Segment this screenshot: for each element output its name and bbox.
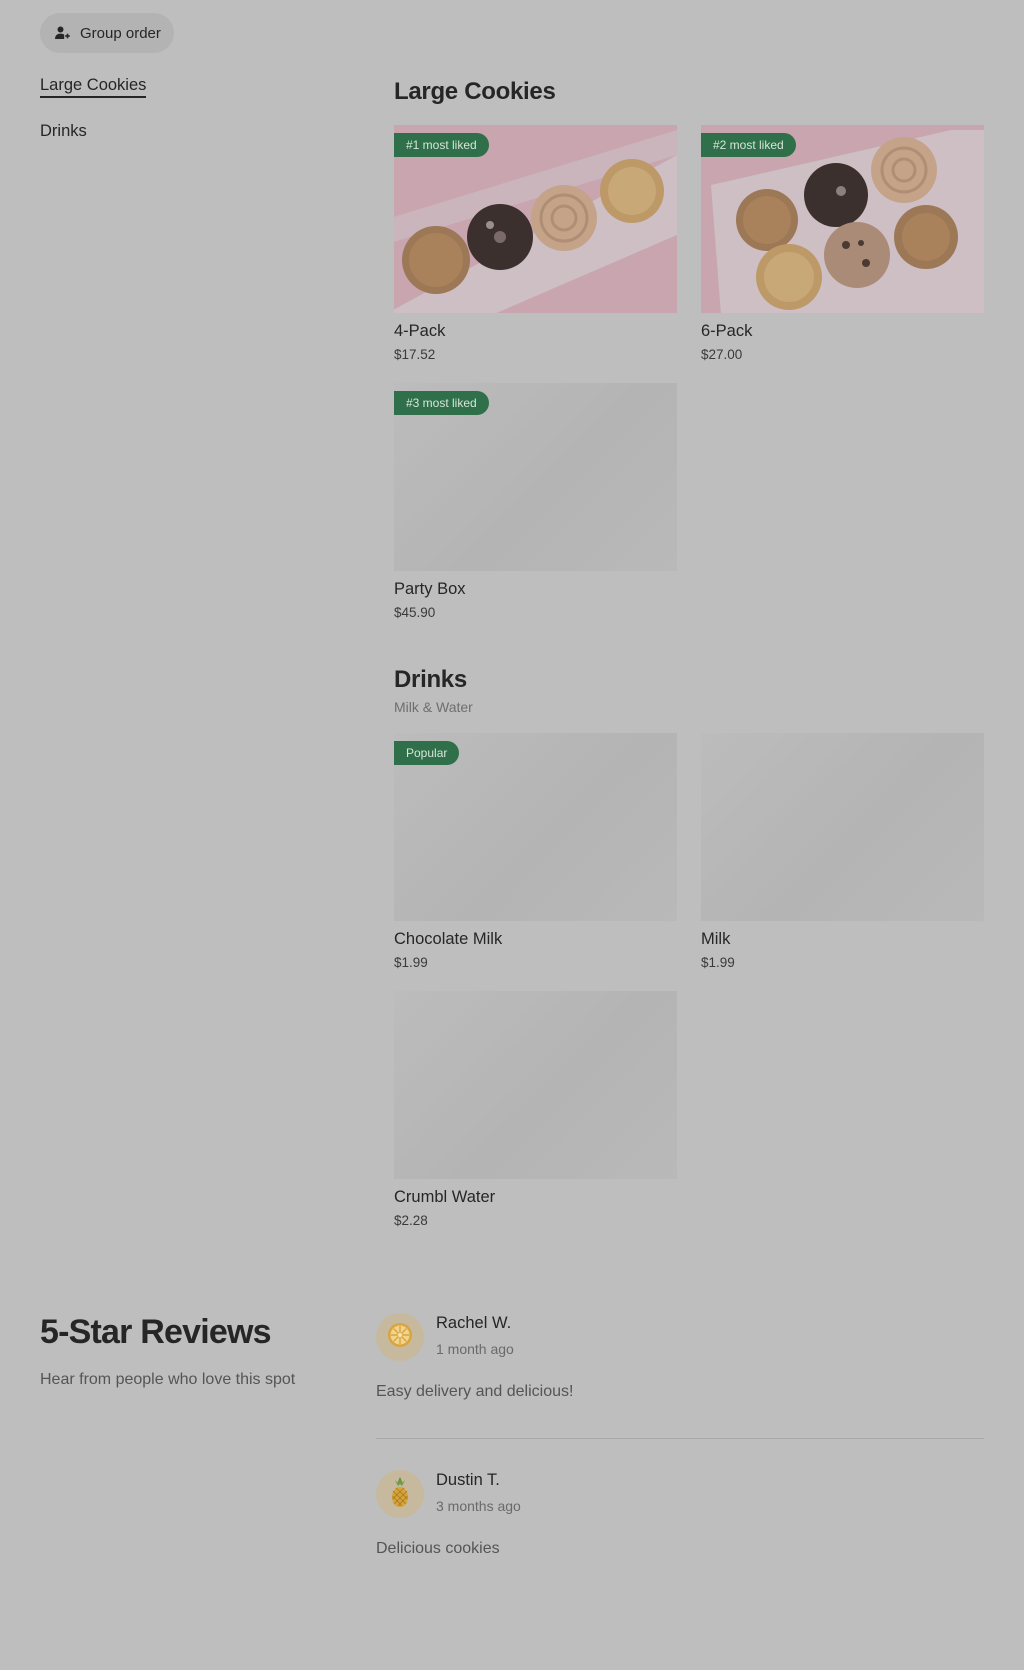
most-liked-badge: #3 most liked [394,391,489,415]
user-plus-icon [53,24,71,42]
group-order-label: Group order [80,24,161,42]
reviewer-avatar [376,1470,424,1518]
review-timestamp: 3 months ago [436,1498,521,1514]
most-liked-badge: #1 most liked [394,133,489,157]
section-title-large-cookies: Large Cookies [394,78,556,105]
review-divider [376,1438,984,1439]
item-name: 6-Pack [701,322,753,340]
most-liked-badge: #2 most liked [701,133,796,157]
lemon-slice-icon [386,1321,414,1354]
nav-item-drinks[interactable]: Drinks [40,122,87,141]
item-image-placeholder [394,991,677,1179]
menu-item-card[interactable]: #2 most liked 6-Pack $27.00 [701,125,984,375]
review-text: Delicious cookies [376,1540,500,1557]
menu-item-card[interactable]: #1 most liked 4-Pack $17.52 [394,125,677,375]
item-price: $2.28 [394,1213,428,1228]
item-price: $1.99 [394,955,428,970]
item-name: Party Box [394,580,466,598]
item-image-placeholder [701,733,984,921]
item-price: $1.99 [701,955,735,970]
menu-item-card[interactable]: Popular Chocolate Milk $1.99 [394,733,677,983]
reviewer-name: Rachel W. [436,1314,512,1332]
item-name: Crumbl Water [394,1188,496,1206]
menu-item-card[interactable]: Crumbl Water $2.28 [394,991,677,1241]
review-text: Easy delivery and delicious! [376,1383,574,1400]
nav-item-large-cookies[interactable]: Large Cookies [40,76,147,98]
reviewer-name: Dustin T. [436,1471,500,1489]
menu-item-card[interactable]: Milk $1.99 [701,733,984,983]
section-title-drinks: Drinks [394,666,467,693]
popular-badge: Popular [394,741,460,765]
reviews-subtitle: Hear from people who love this spot [40,1371,296,1388]
item-name: 4-Pack [394,322,446,340]
review-timestamp: 1 month ago [436,1341,514,1357]
reviewer-avatar [376,1313,424,1361]
item-name: Milk [701,930,731,948]
item-name: Chocolate Milk [394,930,503,948]
item-price: $45.90 [394,605,436,620]
item-price: $17.52 [394,347,436,362]
section-subtitle: Milk & Water [394,699,473,715]
item-price: $27.00 [701,347,743,362]
menu-item-card[interactable]: #3 most liked Party Box $45.90 [394,383,677,633]
group-order-button[interactable]: Group order [40,13,174,53]
reviews-title: 5-Star Reviews [40,1313,272,1351]
pineapple-icon [386,1476,414,1513]
